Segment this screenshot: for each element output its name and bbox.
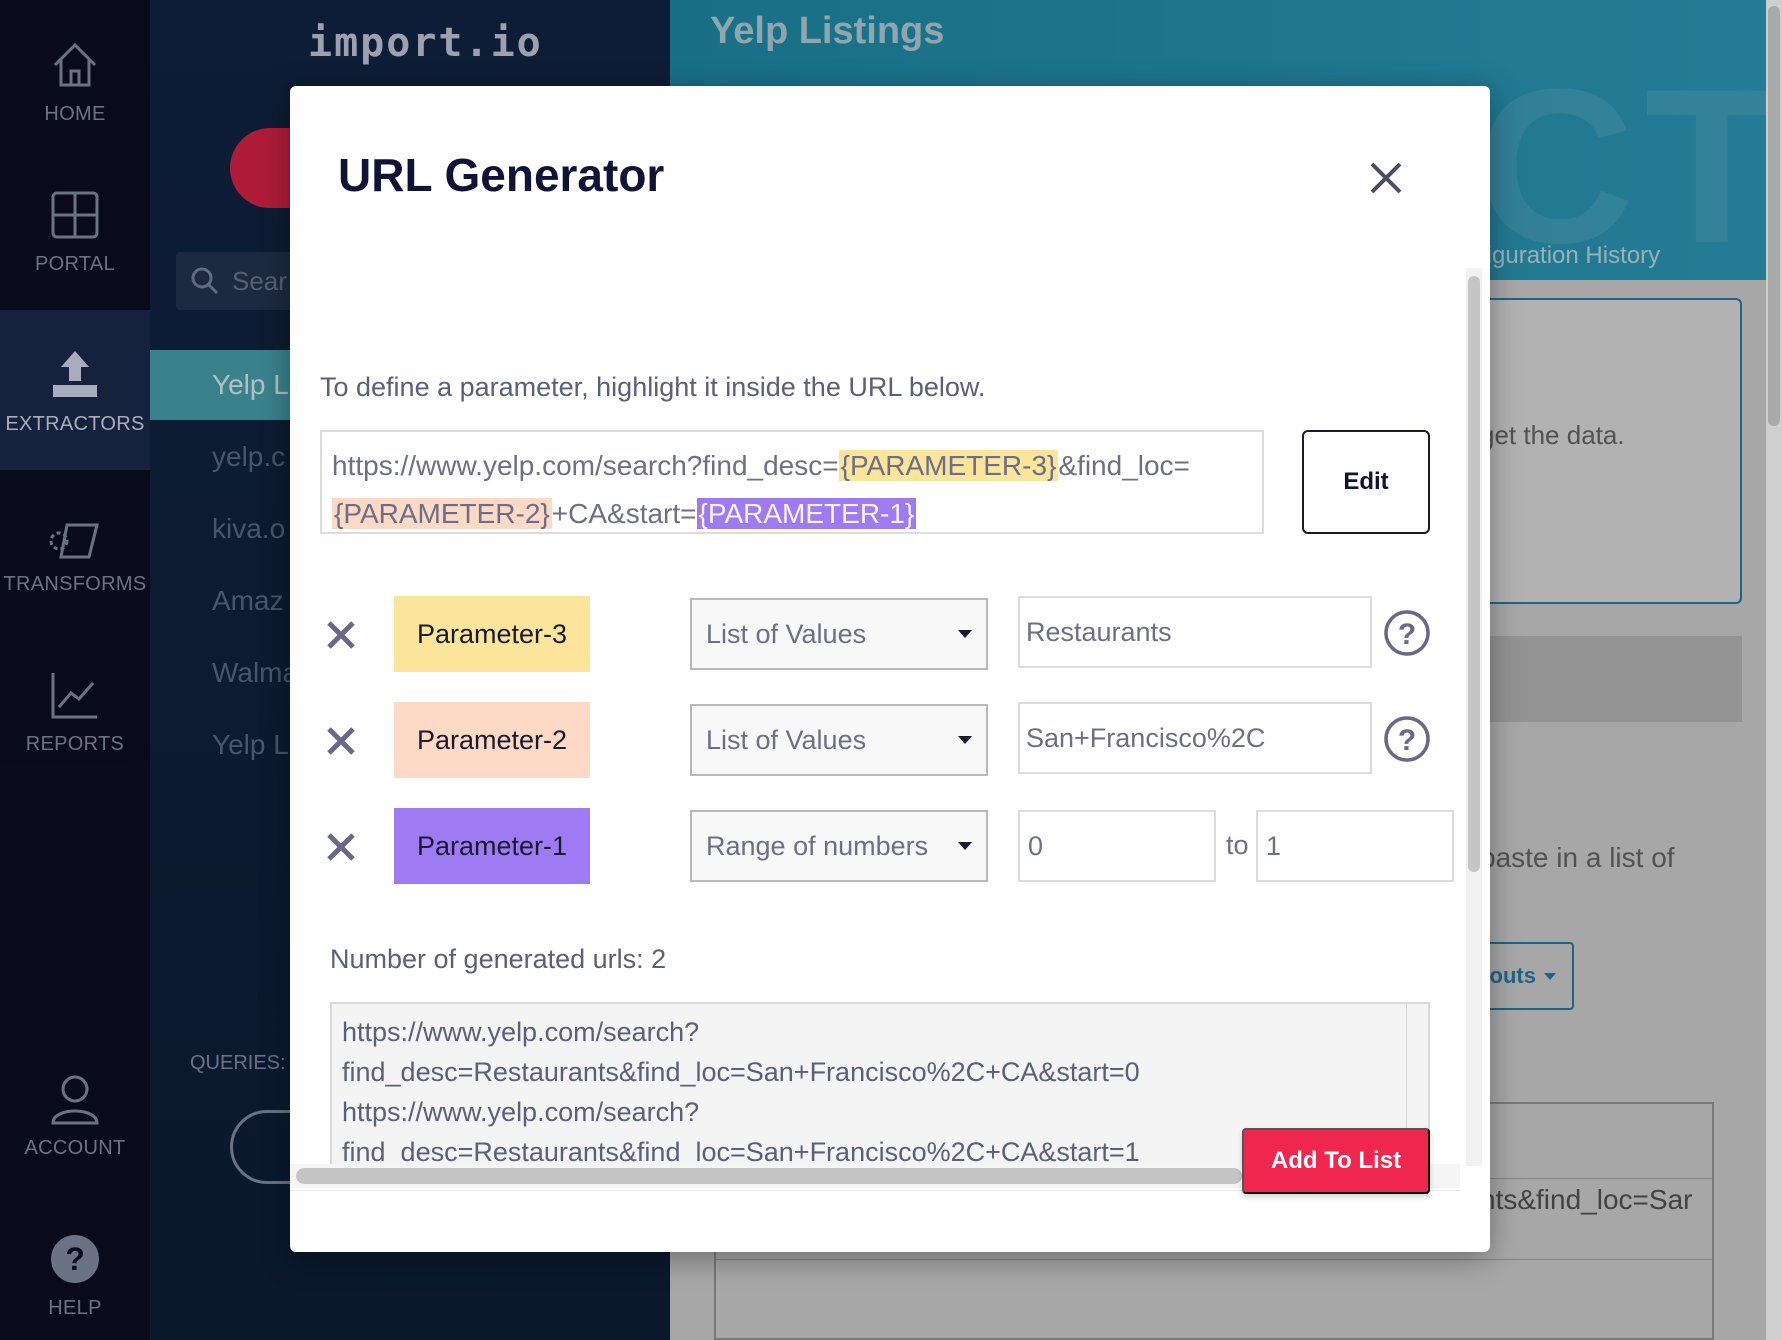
parameter-type-select[interactable]: Range of numbers (690, 810, 988, 882)
page-scrollbar[interactable] (1766, 0, 1782, 1340)
help-icon[interactable]: ? (1382, 714, 1432, 764)
chevron-down-icon (958, 736, 972, 744)
range-to-input[interactable]: 1 (1256, 810, 1454, 882)
parameter-chip: Parameter-1 (394, 808, 590, 884)
parameter-values-input[interactable]: Restaurants (1018, 596, 1372, 668)
modal-scrollbar-vertical[interactable] (1466, 268, 1482, 1166)
add-to-list-button[interactable]: Add To List (1242, 1128, 1430, 1194)
generated-url-line: https://www.yelp.com/search? (342, 1017, 700, 1047)
generated-url-line: find_desc=Restaurants&find_loc=San+Franc… (342, 1057, 1140, 1087)
close-icon[interactable] (1364, 156, 1408, 200)
generated-url-line: https://www.yelp.com/search? (342, 1097, 700, 1127)
parameter-chip: Parameter-2 (394, 702, 590, 778)
chevron-down-icon (958, 630, 972, 638)
remove-parameter-icon[interactable] (324, 618, 358, 652)
modal-title: URL Generator (338, 149, 665, 201)
page-scrollbar-thumb[interactable] (1768, 6, 1780, 426)
parameter-chip: Parameter-3 (394, 596, 590, 672)
parameter-row: Parameter-2 List of Values San+Francisco… (290, 702, 1460, 782)
modal-body: To define a parameter, highlight it insi… (290, 268, 1460, 1164)
help-icon[interactable]: ? (1382, 608, 1432, 658)
url-text-part: +CA&start= (551, 498, 697, 529)
parameter-type-value: List of Values (706, 618, 867, 649)
url-parameter-2-highlight: {PARAMETER-2} (332, 498, 552, 529)
modal-scrollbar-thumb[interactable] (296, 1168, 1242, 1184)
parameter-values-input[interactable]: San+Francisco%2C (1018, 702, 1372, 774)
range-to-label: to (1226, 830, 1249, 860)
svg-text:?: ? (1398, 618, 1416, 651)
modal-scrollbar-thumb[interactable] (1468, 276, 1480, 872)
url-parameter-3-highlight: {PARAMETER-3} (838, 450, 1059, 481)
parameter-type-value: List of Values (706, 724, 867, 755)
remove-parameter-icon[interactable] (324, 724, 358, 758)
svg-text:?: ? (1398, 724, 1416, 757)
chevron-down-icon (958, 842, 972, 850)
remove-parameter-icon[interactable] (324, 830, 358, 864)
parameter-row: Parameter-1 Range of numbers 0 to 1 (290, 808, 1460, 888)
url-text-part: &find_loc= (1058, 450, 1190, 481)
parameter-type-value: Range of numbers (706, 830, 929, 861)
range-from-input[interactable]: 0 (1018, 810, 1216, 882)
url-parameter-1-highlight: {PARAMETER-1} (696, 498, 917, 529)
parameter-row: Parameter-3 List of Values Restaurants ? (290, 596, 1460, 676)
generated-count: Number of generated urls: 2 (330, 944, 667, 974)
parameter-type-select[interactable]: List of Values (690, 704, 988, 776)
parameter-type-select[interactable]: List of Values (690, 598, 988, 670)
url-template-input[interactable]: https://www.yelp.com/search?find_desc={P… (320, 430, 1264, 534)
edit-url-button[interactable]: Edit (1302, 430, 1430, 534)
url-generator-modal: URL Generator To define a parameter, hig… (290, 86, 1490, 1252)
instruction-text: To define a parameter, highlight it insi… (320, 372, 986, 402)
url-text-part: https://www.yelp.com/search?find_desc= (332, 450, 839, 481)
